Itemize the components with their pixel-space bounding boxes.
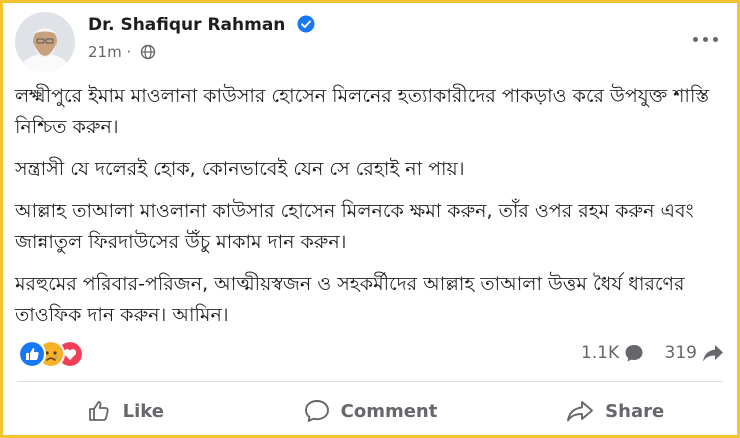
meta-separator: · <box>126 43 132 61</box>
comment-icon <box>304 400 329 422</box>
share-arrow-icon <box>703 345 723 362</box>
post-stats: 1.1K 319 <box>3 337 737 369</box>
post-card: Dr. Shafiqur Rahman 21m · লক্ষ্মীপুরে ইম… <box>3 3 737 435</box>
post-paragraph: সন্ত্রাসী যে দলেরই হোক, কোনভাবেই যেন সে … <box>15 158 465 180</box>
post-paragraph: লক্ষ্মীপুরে ইমাম মাওলানা কাউসার হোসেন মি… <box>15 85 710 138</box>
more-options-icon[interactable] <box>689 29 723 49</box>
avatar[interactable] <box>15 12 75 72</box>
share-count[interactable]: 319 <box>665 342 725 364</box>
post-paragraph: মরহুমের পরিবার-পরিজন, আত্মীয়স্বজন ও সহক… <box>15 273 685 326</box>
post-paragraph: আল্লাহ তাআলা মাওলানা কাউসার হোসেন মিলনকে… <box>15 200 694 253</box>
comment-label: Comment <box>340 400 438 422</box>
comment-bubble-icon <box>625 345 643 362</box>
like-button[interactable]: Like <box>3 389 248 433</box>
share-button[interactable]: Share <box>492 389 737 433</box>
verified-badge-icon <box>297 15 315 33</box>
comment-count[interactable]: 1.1K <box>581 342 645 364</box>
comment-button[interactable]: Comment <box>248 389 493 433</box>
share-count-value: 319 <box>664 343 697 363</box>
like-icon <box>18 340 46 368</box>
action-divider <box>17 381 723 382</box>
share-icon <box>567 401 594 422</box>
post-actions: Like Comment Share <box>3 389 737 433</box>
comment-count-value: 1.1K <box>580 343 620 363</box>
author-name-row: Dr. Shafiqur Rahman <box>88 15 315 35</box>
avatar-photo <box>15 12 75 72</box>
share-label: Share <box>605 400 665 422</box>
post-body: লক্ষ্মীপুরে ইমাম মাওলানা কাউসার হোসেন মি… <box>15 81 725 342</box>
author-name[interactable]: Dr. Shafiqur Rahman <box>88 15 285 35</box>
post-header: Dr. Shafiqur Rahman 21m · <box>3 3 737 73</box>
like-label: Like <box>122 400 164 422</box>
post-time[interactable]: 21m <box>88 43 122 61</box>
globe-icon[interactable] <box>140 44 156 60</box>
post-meta: 21m · <box>88 43 156 61</box>
engagement-counts: 1.1K 319 <box>567 342 725 364</box>
thumbs-up-icon <box>88 401 109 421</box>
